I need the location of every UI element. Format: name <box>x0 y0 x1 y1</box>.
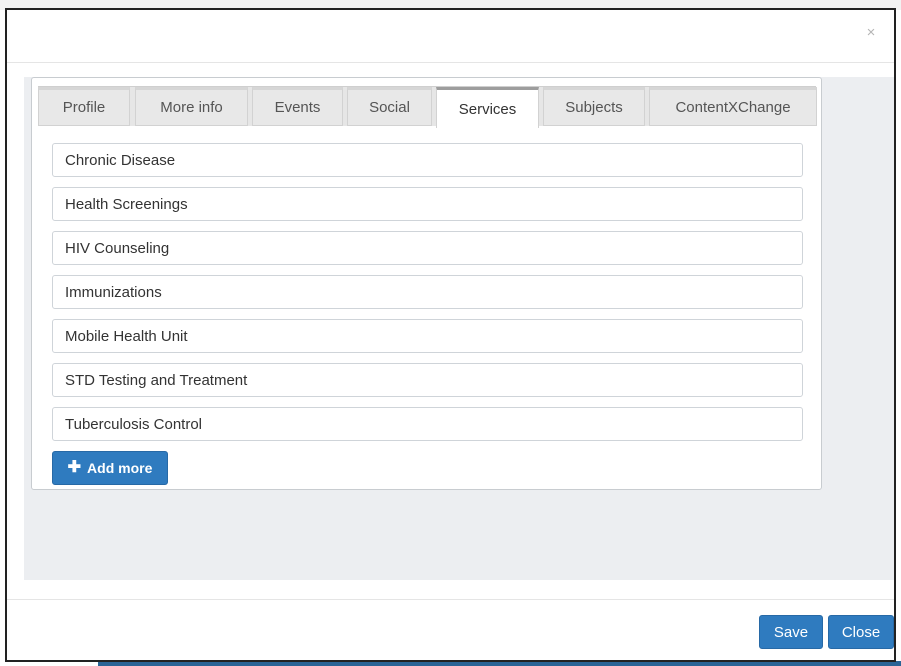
tab-services[interactable]: Services <box>436 87 539 128</box>
service-input[interactable] <box>52 143 803 177</box>
save-button[interactable]: Save <box>759 615 823 649</box>
close-button[interactable]: Close <box>828 615 894 649</box>
service-input[interactable] <box>52 187 803 221</box>
tab-panel: Profile More info Events Social Services… <box>31 77 822 490</box>
screen: × Profile More info Events Social Servic… <box>0 0 901 666</box>
service-input[interactable] <box>52 319 803 353</box>
tab-events[interactable]: Events <box>252 87 343 126</box>
plus-icon: ✚ <box>67 459 82 476</box>
services-list <box>52 143 803 451</box>
tab-social[interactable]: Social <box>347 87 432 126</box>
service-input[interactable] <box>52 231 803 265</box>
tab-profile[interactable]: Profile <box>38 87 130 126</box>
service-input[interactable] <box>52 275 803 309</box>
modal-header: × <box>7 10 894 63</box>
modal-body: Profile More info Events Social Services… <box>24 77 894 580</box>
tab-subjects[interactable]: Subjects <box>543 87 645 126</box>
tab-more-info[interactable]: More info <box>135 87 248 126</box>
service-input[interactable] <box>52 363 803 397</box>
close-icon[interactable]: × <box>862 24 880 42</box>
tab-contentxchange[interactable]: ContentXChange <box>649 87 817 126</box>
add-more-label: Add more <box>87 460 153 476</box>
add-more-button[interactable]: ✚ Add more <box>52 451 168 485</box>
tab-bar: Profile More info Events Social Services… <box>38 86 817 128</box>
modal-dialog: × Profile More info Events Social Servic… <box>5 8 896 662</box>
service-input[interactable] <box>52 407 803 441</box>
